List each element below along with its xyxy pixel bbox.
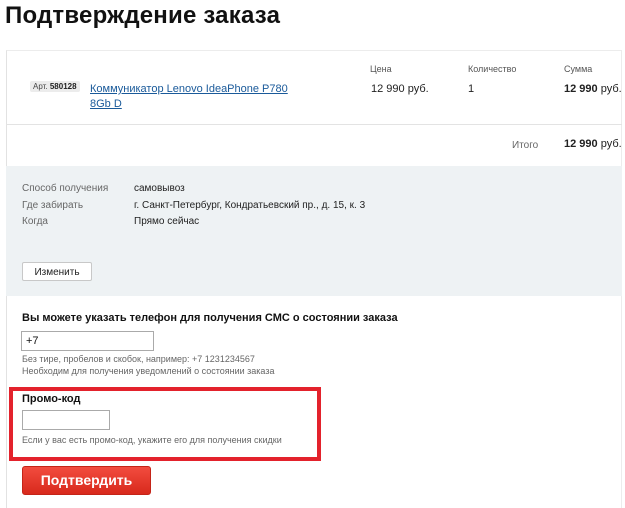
item-divider xyxy=(6,124,622,125)
delivery-method-label: Способ получения xyxy=(22,183,109,194)
item-sum-currency: руб. xyxy=(600,83,622,95)
column-header-sum: Сумма xyxy=(564,64,593,74)
article-badge: Арт. 580128 xyxy=(30,81,80,92)
promo-code-heading: Промо-код xyxy=(22,393,81,405)
delivery-method-value: самовывоз xyxy=(134,183,185,194)
pickup-time-value: Прямо сейчас xyxy=(134,216,200,227)
item-quantity: 1 xyxy=(468,83,475,95)
article-label: Арт. xyxy=(33,82,48,91)
article-number: 580128 xyxy=(49,82,77,91)
product-name-line2[interactable]: 8Gb D xyxy=(90,97,290,112)
change-button[interactable]: Изменить xyxy=(22,262,92,281)
pickup-location-label: Где забирать xyxy=(22,200,84,211)
pickup-location-value: г. Санкт-Петербург, Кондратьевский пр., … xyxy=(134,200,366,211)
total-amount: 12 990 xyxy=(564,138,598,150)
column-header-price: Цена xyxy=(370,64,392,74)
product-link[interactable]: Коммуникатор Lenovo IdeaPhone P780 8Gb D xyxy=(90,82,290,112)
phone-input[interactable]: +7 xyxy=(21,331,154,351)
product-name-line1[interactable]: Коммуникатор Lenovo IdeaPhone P780 xyxy=(90,82,290,97)
item-sum: 12 990 руб. xyxy=(564,83,622,95)
item-sum-value: 12 990 xyxy=(564,83,598,95)
total-currency: руб. xyxy=(600,138,622,150)
phone-hint-format: Без тире, пробелов и скобок, например: +… xyxy=(22,354,255,364)
promo-code-hint: Если у вас есть промо-код, укажите его д… xyxy=(22,435,282,445)
pickup-time-label: Когда xyxy=(22,216,48,227)
promo-code-input[interactable] xyxy=(22,410,110,430)
confirm-button[interactable]: Подтвердить xyxy=(22,466,151,495)
total-label: Итого xyxy=(512,140,539,151)
column-header-quantity: Количество xyxy=(468,64,517,74)
item-price: 12 990 руб. xyxy=(371,83,429,95)
phone-hint-purpose: Необходим для получения уведомлений о со… xyxy=(22,366,275,376)
total-value: 12 990 руб. xyxy=(564,138,622,150)
page-title: Подтверждение заказа xyxy=(5,2,281,29)
sms-phone-heading: Вы можете указать телефон для получения … xyxy=(22,312,398,324)
